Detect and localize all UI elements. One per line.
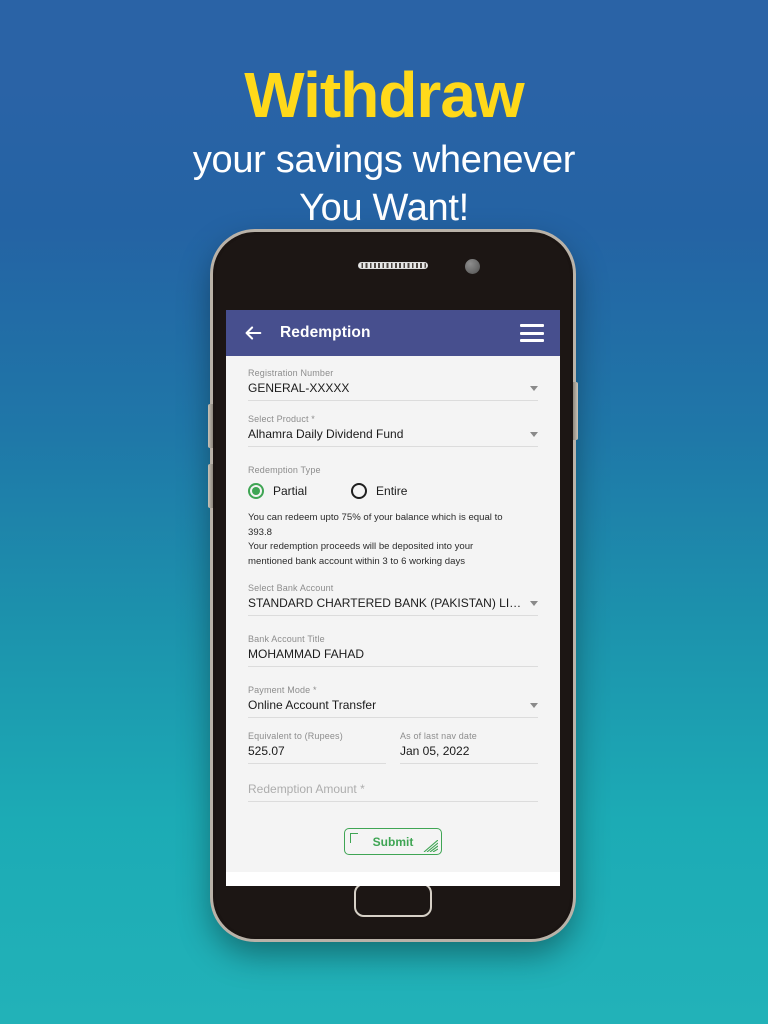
nav-date-value-row: Jan 05, 2022 bbox=[400, 744, 538, 765]
info-line: Your redemption proceeds will be deposit… bbox=[248, 541, 474, 553]
field-bank-account-title[interactable]: Bank Account Title MOHAMMAD FAHAD bbox=[248, 634, 538, 668]
registration-number-select[interactable]: GENERAL-XXXXX bbox=[248, 381, 538, 401]
nav-date-label: As of last nav date bbox=[400, 731, 477, 742]
back-arrow-icon[interactable] bbox=[242, 322, 264, 344]
hamburger-bar bbox=[520, 339, 544, 342]
equivalent-to-value-row: 525.07 bbox=[248, 744, 386, 765]
field-nav-date: As of last nav date Jan 05, 2022 bbox=[400, 731, 538, 765]
info-line: mentioned bank account within 3 to 6 wor… bbox=[248, 555, 466, 567]
promo-title: Withdraw bbox=[244, 59, 524, 131]
payment-mode-select[interactable]: Online Account Transfer bbox=[248, 698, 538, 719]
volume-down-button-icon[interactable] bbox=[208, 464, 213, 508]
radio-entire-icon[interactable] bbox=[351, 483, 368, 499]
chevron-down-icon[interactable] bbox=[530, 431, 538, 437]
screen-bottom-strip bbox=[226, 872, 560, 886]
nav-date-value: Jan 05, 2022 bbox=[400, 744, 470, 759]
power-button-icon[interactable] bbox=[573, 382, 578, 440]
redemption-type-radio-group: Partial Entire bbox=[248, 483, 538, 499]
select-product-label: Select Product * bbox=[248, 414, 315, 424]
submit-button-label: Submit bbox=[372, 834, 414, 849]
field-select-product[interactable]: Select Product * Alhamra Daily Dividend … bbox=[248, 414, 538, 447]
field-redemption-amount[interactable]: Redemption Amount * bbox=[248, 782, 538, 803]
field-equivalent-to: Equivalent to (Rupees) 525.07 bbox=[248, 731, 386, 765]
hamburger-bar bbox=[520, 331, 544, 335]
promo-screenshot: Withdraw your savings whenever You Want!… bbox=[0, 0, 768, 1024]
submit-button-container: Submit bbox=[248, 828, 538, 856]
app-bar: Redemption bbox=[226, 310, 560, 356]
front-camera-icon bbox=[465, 259, 480, 274]
home-button-icon[interactable] bbox=[354, 883, 432, 917]
radio-entire-label: Entire bbox=[376, 484, 408, 498]
equivalent-to-value: 525.07 bbox=[248, 744, 285, 759]
redemption-info-text: You can redeem upto 75% of your balance … bbox=[248, 511, 538, 569]
promo-banner: Withdraw your savings whenever You Want! bbox=[0, 59, 768, 232]
bank-account-title-input[interactable]: MOHAMMAD FAHAD bbox=[248, 647, 538, 668]
bank-account-title-label: Bank Account Title bbox=[248, 634, 325, 645]
speaker-grille-icon bbox=[358, 262, 428, 269]
phone-mockup: Redemption Registration Number GENERAL-X… bbox=[208, 232, 578, 939]
bank-account-title-value: MOHAMMAD FAHAD bbox=[248, 647, 365, 662]
radio-partial-label: Partial bbox=[273, 484, 308, 498]
hamburger-menu-icon[interactable] bbox=[520, 324, 544, 342]
submit-button[interactable]: Submit bbox=[344, 828, 442, 856]
hamburger-bar bbox=[520, 324, 544, 327]
phone-screen: Redemption Registration Number GENERAL-X… bbox=[226, 310, 560, 886]
chevron-down-icon[interactable] bbox=[530, 702, 538, 708]
registration-number-label: Registration Number bbox=[248, 368, 334, 378]
select-bank-account-label: Select Bank Account bbox=[248, 583, 334, 594]
volume-up-button-icon[interactable] bbox=[208, 404, 213, 448]
radio-partial-icon[interactable] bbox=[248, 483, 264, 499]
promo-subtitle-line1: your savings whenever bbox=[192, 139, 576, 182]
equivalent-to-label: Equivalent to (Rupees) bbox=[248, 731, 343, 742]
select-product-select[interactable]: Alhamra Daily Dividend Fund bbox=[248, 427, 538, 447]
field-select-bank-account[interactable]: Select Bank Account STANDARD CHARTERED B… bbox=[248, 583, 538, 617]
info-line: 393.8 bbox=[248, 526, 273, 538]
button-corner-hatch-icon bbox=[422, 840, 438, 853]
select-bank-account-select[interactable]: STANDARD CHARTERED BANK (PAKISTAN) LIM… bbox=[248, 596, 538, 617]
promo-subtitle-line2: You Want! bbox=[299, 186, 469, 229]
info-line: You can redeem upto 75% of your balance … bbox=[248, 512, 503, 523]
redemption-form: Registration Number GENERAL-XXXXX Select… bbox=[226, 356, 560, 886]
select-bank-account-value: STANDARD CHARTERED BANK (PAKISTAN) LIM… bbox=[248, 596, 522, 611]
redemption-amount-placeholder: Redemption Amount * bbox=[248, 782, 365, 797]
registration-number-value: GENERAL-XXXXX bbox=[248, 381, 350, 395]
redemption-amount-input[interactable]: Redemption Amount * bbox=[248, 782, 538, 803]
select-product-value: Alhamra Daily Dividend Fund bbox=[248, 427, 404, 441]
radio-dot bbox=[252, 487, 260, 495]
amount-date-row: Equivalent to (Rupees) 525.07 As of last… bbox=[248, 731, 538, 768]
chevron-down-icon[interactable] bbox=[530, 385, 538, 391]
radio-option-partial[interactable]: Partial bbox=[248, 483, 307, 499]
payment-mode-value: Online Account Transfer bbox=[248, 698, 377, 713]
field-payment-mode[interactable]: Payment Mode * Online Account Transfer bbox=[248, 685, 538, 719]
page-title: Redemption bbox=[280, 324, 371, 341]
payment-mode-label: Payment Mode * bbox=[248, 685, 317, 696]
redemption-type-label: Redemption Type bbox=[248, 465, 321, 475]
radio-option-entire[interactable]: Entire bbox=[351, 483, 407, 499]
field-registration-number[interactable]: Registration Number GENERAL-XXXXX bbox=[248, 368, 538, 401]
chevron-down-icon[interactable] bbox=[530, 600, 538, 606]
